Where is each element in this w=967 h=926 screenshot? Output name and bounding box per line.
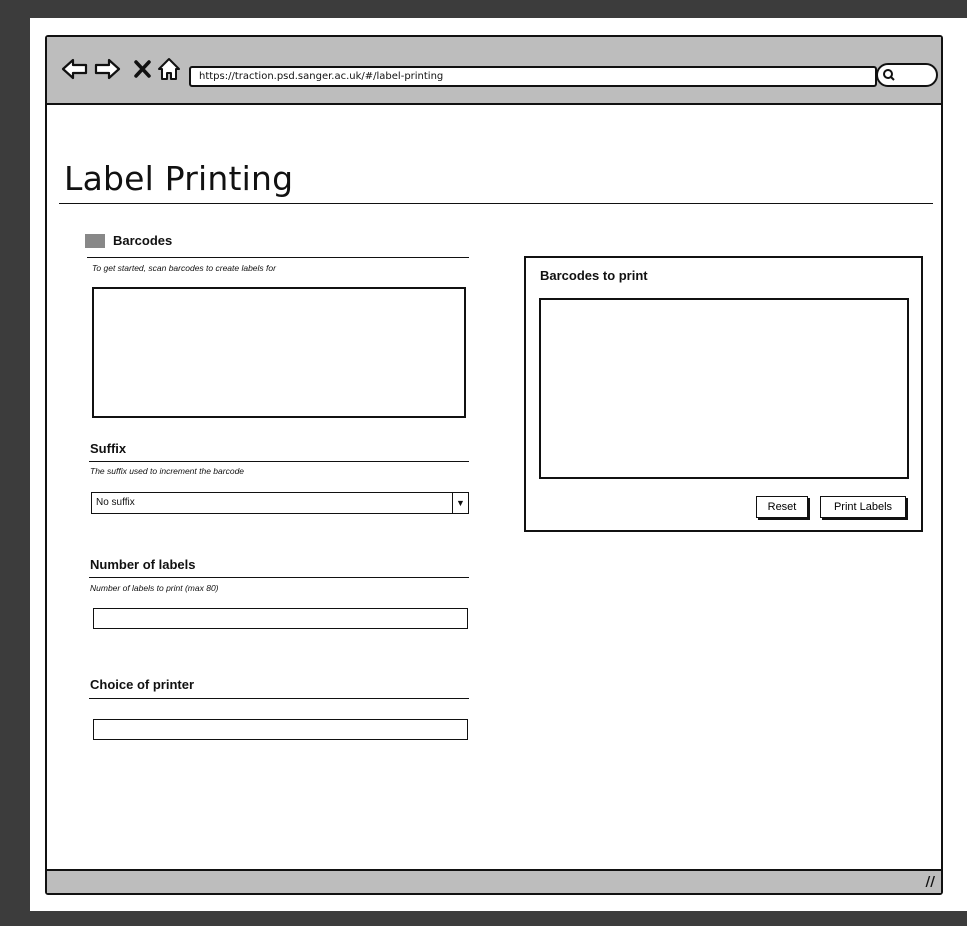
printer-input[interactable] [93, 719, 468, 740]
labels-hint: Number of labels to print (max 80) [90, 583, 219, 593]
close-icon[interactable] [129, 55, 157, 83]
reset-button[interactable]: Reset [756, 496, 808, 518]
back-arrow-icon[interactable] [61, 55, 89, 83]
suffix-divider [89, 461, 469, 462]
printer-divider [89, 698, 469, 699]
barcodes-heading: Barcodes [113, 233, 173, 248]
browser-toolbar: https://traction.psd.sanger.ac.uk/#/labe… [47, 37, 941, 105]
labels-count-input[interactable] [93, 608, 468, 629]
barcodes-to-print-heading: Barcodes to print [540, 268, 648, 283]
suffix-select[interactable]: No suffix ▼ [91, 492, 469, 514]
suffix-heading: Suffix [90, 441, 127, 456]
forward-arrow-icon[interactable] [93, 55, 121, 83]
address-bar[interactable]: https://traction.psd.sanger.ac.uk/#/labe… [189, 66, 877, 87]
labels-divider [89, 577, 469, 578]
printer-heading: Choice of printer [90, 677, 195, 692]
dropdown-arrow-icon[interactable]: ▼ [452, 493, 468, 513]
suffix-hint: The suffix used to increment the barcode [90, 466, 245, 476]
suffix-selected-value: No suffix [96, 497, 135, 508]
barcodes-divider [87, 257, 469, 258]
print-labels-button[interactable]: Print Labels [820, 496, 906, 518]
browser-window: https://traction.psd.sanger.ac.uk/#/labe… [45, 35, 943, 895]
search-field[interactable] [876, 63, 938, 87]
barcodes-to-print-panel: Barcodes to print Reset Print Labels [524, 256, 923, 532]
search-icon [883, 69, 895, 81]
labels-heading: Number of labels [90, 557, 196, 572]
resize-grip-icon[interactable]: // [926, 875, 936, 890]
barcodes-to-print-list[interactable] [539, 298, 909, 479]
page-title: Label Printing [64, 159, 294, 198]
barcode-icon [85, 234, 105, 248]
title-divider [59, 203, 933, 204]
home-icon[interactable] [155, 55, 183, 83]
barcodes-input[interactable] [92, 287, 466, 418]
barcodes-hint: To get started, scan barcodes to create … [92, 263, 276, 273]
status-bar: // [47, 869, 941, 893]
